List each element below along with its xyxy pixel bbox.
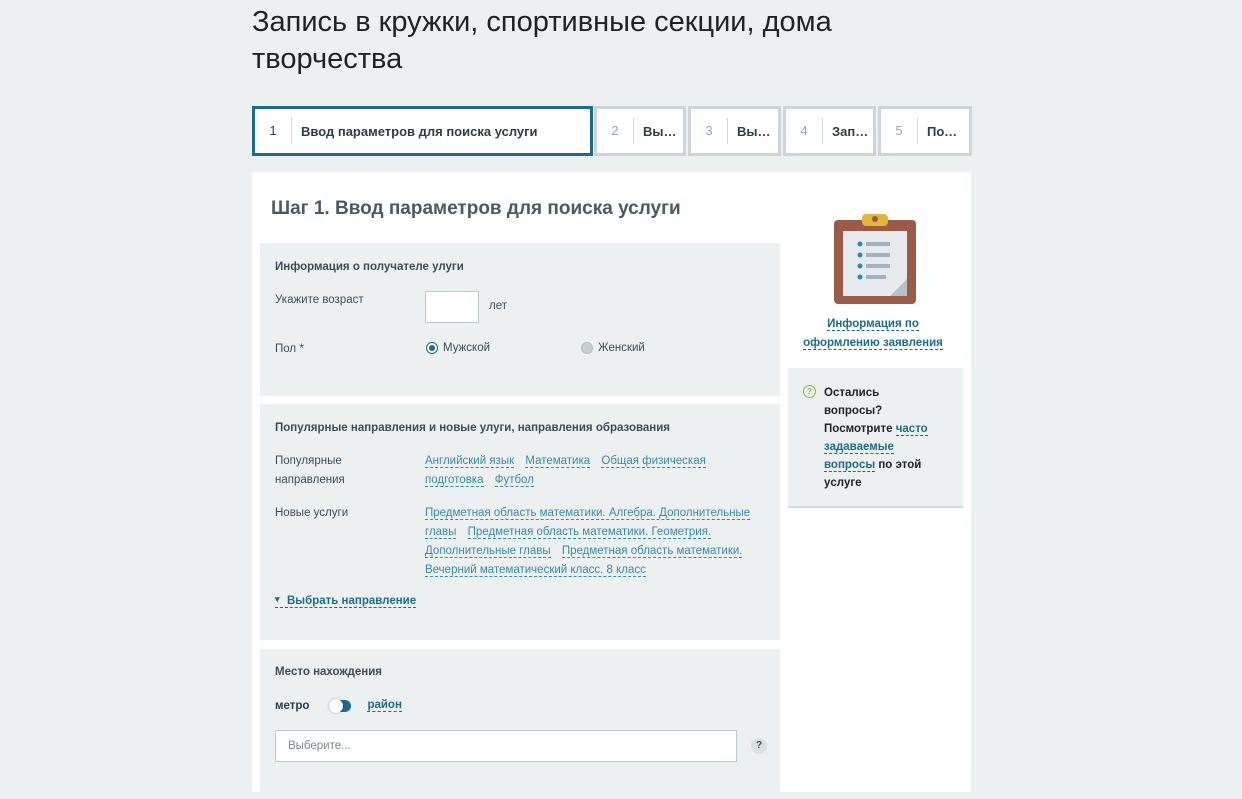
- step-label: Выб…: [643, 123, 683, 139]
- age-label: Укажите возраст: [275, 294, 364, 306]
- new-services-label: Новые услуги: [275, 507, 349, 519]
- question-icon: ?: [803, 385, 816, 398]
- location-toggle-row: метро район: [275, 698, 402, 713]
- application-info-link[interactable]: Информация по оформлению заявления: [788, 315, 958, 353]
- age-input[interactable]: [425, 291, 479, 323]
- radio-label: Женский: [598, 342, 645, 354]
- popular-links: Английский язык Математика Общая физичес…: [425, 452, 765, 490]
- info-link-line[interactable]: Информация по: [827, 318, 919, 331]
- faq-link[interactable]: вопроcы: [824, 459, 876, 472]
- popular-label: Популярные направления: [275, 452, 345, 490]
- section-title: Информация о получателе улуги: [275, 261, 464, 273]
- step-number: 2: [597, 118, 634, 144]
- toggle-label-district[interactable]: район: [367, 699, 402, 712]
- step-5[interactable]: 5 Под…: [878, 106, 972, 156]
- step-label: Зап…: [832, 123, 869, 139]
- step-number: 1: [255, 118, 292, 144]
- new-service-links: Предметная область математики. Алгебра. …: [425, 504, 765, 580]
- step-2[interactable]: 2 Выб…: [594, 106, 686, 156]
- popular-link[interactable]: Математика: [525, 455, 591, 468]
- step-label: Под…: [927, 123, 966, 139]
- stepper: 1 Ввод параметров для поиска услуги 2 Вы…: [252, 106, 972, 156]
- step-number: 3: [691, 118, 728, 144]
- step-number: 5: [881, 118, 918, 144]
- faq-link[interactable]: задаваемые: [824, 441, 894, 454]
- section-title: Популярные направления и новые улуги, на…: [275, 422, 671, 434]
- gender-label: Пол *: [275, 343, 304, 355]
- step-1[interactable]: 1 Ввод параметров для поиска услуги: [252, 106, 593, 156]
- faq-text-part: Поcмотрите: [824, 423, 896, 435]
- location-toggle-switch[interactable]: [329, 698, 352, 713]
- faq-text-part: уcлуге: [824, 477, 862, 489]
- location-section: Мecто нахождения метро район Выберите...…: [260, 649, 780, 799]
- faq-link[interactable]: чаcто: [895, 423, 928, 436]
- gender-female-radio[interactable]: Женский: [581, 342, 645, 354]
- toggle-label-metro: метро: [275, 699, 310, 712]
- step-4[interactable]: 4 Зап…: [783, 106, 876, 156]
- clipboard-icon: [834, 214, 916, 304]
- popular-label-line: Популярные: [275, 455, 342, 467]
- choose-direction-link[interactable]: Выбрать направление: [275, 594, 417, 608]
- popular-link[interactable]: Футбол: [494, 474, 534, 487]
- help-icon[interactable]: ?: [751, 738, 767, 754]
- gender-male-radio[interactable]: Мужской: [426, 342, 490, 354]
- location-select[interactable]: Выберите...: [275, 730, 737, 762]
- step-3[interactable]: 3 Выб…: [688, 106, 781, 156]
- recipient-section: Информация о получателе улуги Укажите во…: [260, 243, 780, 396]
- faq-box: ? Оcталиcь вопроcы? Поcмотрите чаcто зад…: [788, 368, 963, 508]
- step-number: 4: [786, 118, 823, 144]
- popular-label-line: направления: [275, 474, 345, 486]
- faq-text: Оcталиcь вопроcы? Поcмотрите чаcто задав…: [824, 384, 944, 492]
- popular-link[interactable]: Английский язык: [425, 455, 515, 468]
- popular-section: Популярные направления и новые улуги, на…: [260, 404, 780, 640]
- main-card: Шаг 1. Ввод параметров для поиска услуги…: [252, 172, 971, 799]
- step-label: Ввод параметров для поиска услуги: [301, 123, 538, 139]
- faq-text-part: Оcталиcь: [824, 387, 880, 399]
- faq-text-part: вопроcы?: [824, 405, 883, 417]
- age-unit: лет: [489, 300, 507, 312]
- step-label: Выб…: [737, 123, 778, 139]
- faq-text-part: по этой: [875, 459, 922, 471]
- radio-unselected-icon: [581, 342, 593, 354]
- info-link-line[interactable]: оформлению заявления: [803, 337, 943, 350]
- radio-selected-icon: [426, 342, 438, 354]
- radio-label: Мужской: [443, 342, 491, 354]
- step-heading: Шаг 1. Ввод параметров для поиска услуги: [271, 198, 681, 219]
- page-title: Запись в кружки, спортивные секции, дома…: [252, 6, 832, 75]
- section-title: Мecто нахождения: [275, 666, 382, 678]
